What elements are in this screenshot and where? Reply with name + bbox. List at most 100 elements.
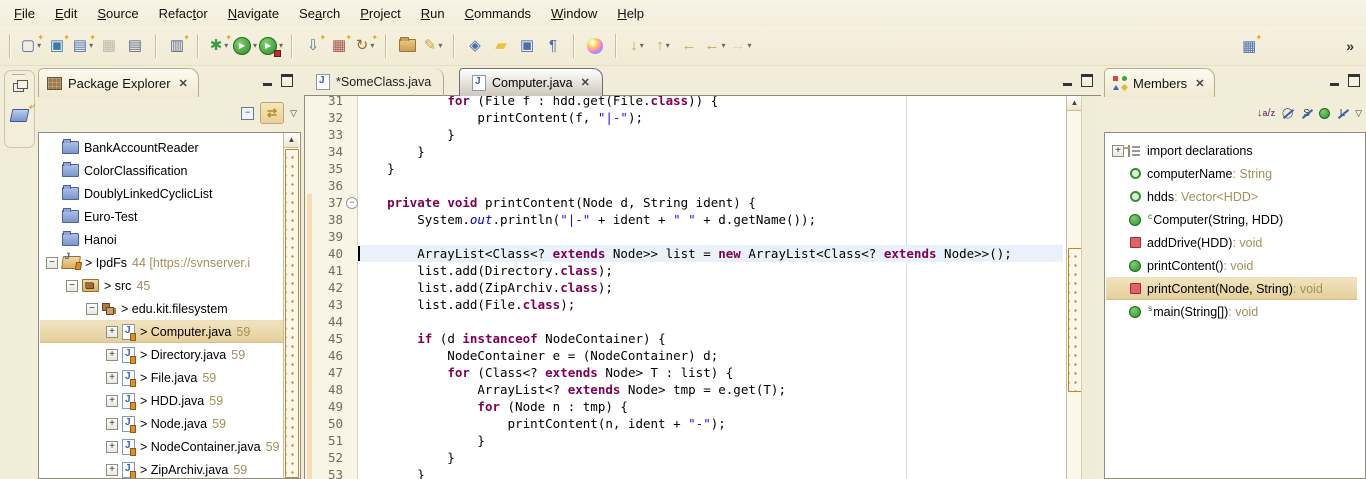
- members-tab[interactable]: Members ✕: [1104, 68, 1215, 97]
- expander-icon[interactable]: +: [106, 441, 118, 453]
- external-tools-button[interactable]: ▶▾: [259, 33, 283, 59]
- menu-edit[interactable]: Edit: [45, 3, 87, 24]
- member-item-import-declarations[interactable]: +import declarations: [1106, 139, 1357, 162]
- expander-icon[interactable]: +: [106, 349, 118, 361]
- expander-icon[interactable]: −: [66, 280, 78, 292]
- tree-item-src[interactable]: −> src45: [40, 274, 284, 297]
- new-junit-button[interactable]: ▦✦: [327, 33, 351, 59]
- menu-project[interactable]: Project: [350, 3, 410, 24]
- next-annotation-button-dropdown[interactable]: ▾: [640, 41, 644, 50]
- scrollbar-thumb[interactable]: [285, 149, 299, 478]
- prev-annotation-button-dropdown[interactable]: ▾: [666, 41, 670, 50]
- menu-search[interactable]: Search: [289, 3, 350, 24]
- back-button-dropdown[interactable]: ▾: [722, 41, 726, 50]
- maximize-button[interactable]: [281, 74, 293, 87]
- print-button[interactable]: ▤: [123, 33, 147, 59]
- last-edit-location-button[interactable]: ←: [677, 33, 701, 59]
- run-button[interactable]: ▶▾: [233, 33, 257, 59]
- expander-icon[interactable]: +: [106, 464, 118, 476]
- toolbar-overflow-chevron[interactable]: »: [1346, 38, 1354, 54]
- tree-item-doublylinkedcycliclist[interactable]: DoublyLinkedCyclicList: [40, 182, 284, 205]
- menu-navigate[interactable]: Navigate: [218, 3, 289, 24]
- generate-button[interactable]: ↻✦▾: [353, 33, 377, 59]
- show-whitespace-button[interactable]: ¶: [541, 33, 565, 59]
- minimize-button[interactable]: [263, 75, 272, 86]
- view-menu-button[interactable]: ▽: [1355, 108, 1362, 119]
- new-wizard-button[interactable]: ▢✦▾: [19, 33, 43, 59]
- tree-item-hdd-java[interactable]: +> HDD.java59: [40, 389, 284, 412]
- tab-someclass[interactable]: *SomeClass.java: [304, 68, 444, 96]
- expander-icon[interactable]: +: [106, 372, 118, 384]
- scroll-up-icon[interactable]: ▲: [284, 133, 299, 148]
- member-item-adddrive-hdd-[interactable]: addDrive(HDD) : void: [1106, 231, 1357, 254]
- tree-item-nodecontainer-java[interactable]: +> NodeContainer.java59: [40, 435, 284, 458]
- menu-window[interactable]: Window: [541, 3, 607, 24]
- show-public-button[interactable]: [1319, 108, 1330, 119]
- search-button-dropdown[interactable]: ▾: [438, 41, 442, 50]
- member-item-computer-string-hdd-[interactable]: cComputer(String, HDD): [1106, 208, 1357, 231]
- minimize-button[interactable]: [1063, 75, 1072, 86]
- back-button[interactable]: ←▾: [703, 33, 727, 59]
- new-project-button-dropdown[interactable]: ▾: [89, 41, 93, 50]
- new-wizard-button-dropdown[interactable]: ▾: [37, 41, 41, 50]
- mark-occurrences-button[interactable]: ▰: [489, 33, 513, 59]
- hide-fields-button[interactable]: ◯: [1281, 108, 1294, 119]
- run-button-dropdown[interactable]: ▾: [253, 41, 257, 50]
- menu-run[interactable]: Run: [411, 3, 455, 24]
- expander-icon[interactable]: +: [106, 395, 118, 407]
- tree-item-edu-kit-filesystem[interactable]: −> edu.kit.filesystem: [40, 297, 284, 320]
- hide-local-types-button[interactable]: L: [1336, 108, 1349, 119]
- scrollbar-thumb[interactable]: [1068, 248, 1082, 392]
- member-item-main-string-[interactable]: smain(String[]) : void: [1106, 300, 1357, 323]
- open-element-button[interactable]: ◈: [463, 33, 487, 59]
- maximize-button[interactable]: [1348, 74, 1360, 87]
- menu-commands[interactable]: Commands: [455, 3, 541, 24]
- hide-static-button[interactable]: S: [1300, 108, 1313, 119]
- expander-icon[interactable]: +: [1112, 145, 1124, 157]
- code-editor[interactable]: 31 for (File f : hdd.get(File.class)) {3…: [304, 96, 1101, 479]
- web-browser-button[interactable]: [583, 33, 607, 59]
- close-icon[interactable]: ✕: [1195, 77, 1204, 90]
- view-menu-button[interactable]: ▽: [290, 108, 297, 119]
- member-item-computername[interactable]: computerName : String: [1106, 162, 1357, 185]
- search-button[interactable]: ✎▾: [421, 33, 445, 59]
- tray-drag-handle[interactable]: [12, 74, 25, 78]
- minimize-button[interactable]: [1330, 75, 1339, 86]
- restore-view-icon[interactable]: [13, 83, 24, 92]
- tree-item-computer-java[interactable]: +> Computer.java59: [40, 320, 284, 343]
- tree-scrollbar[interactable]: ▲: [283, 133, 299, 478]
- expander-icon[interactable]: +: [106, 326, 118, 338]
- generate-button-dropdown[interactable]: ▾: [370, 41, 374, 50]
- prev-annotation-button[interactable]: ↑▾: [651, 33, 675, 59]
- package-explorer-tab[interactable]: Package Explorer ✕: [38, 68, 199, 97]
- expander-icon[interactable]: −: [86, 303, 98, 315]
- expander-icon[interactable]: +: [106, 418, 118, 430]
- build-all-button[interactable]: ▥✦: [165, 33, 189, 59]
- new-class-button[interactable]: ▣✦: [45, 33, 69, 59]
- member-item-printcontent-[interactable]: printContent() : void: [1106, 254, 1357, 277]
- debug-button-dropdown[interactable]: ▾: [224, 41, 228, 50]
- close-icon[interactable]: ✕: [179, 77, 188, 90]
- menu-refactor[interactable]: Refactor: [149, 3, 218, 24]
- expander-icon[interactable]: −: [46, 257, 58, 269]
- new-project-button[interactable]: ▤✦▾: [71, 33, 95, 59]
- overview-ruler[interactable]: [1081, 96, 1101, 479]
- close-icon[interactable]: ✕: [581, 76, 590, 89]
- open-perspective-button[interactable]: ▦ ✦: [1237, 33, 1261, 59]
- tree-item-ipdfs[interactable]: −> IpdFs44 [https://svnserver.i: [40, 251, 284, 274]
- open-view-icon[interactable]: [10, 109, 30, 122]
- forward-button-dropdown[interactable]: ▾: [748, 41, 752, 50]
- tree-item-file-java[interactable]: +> File.java59: [40, 366, 284, 389]
- link-with-editor-button[interactable]: ⇄: [260, 102, 284, 124]
- tree-item-ziparchiv-java[interactable]: +> ZipArchiv.java59: [40, 458, 284, 479]
- menu-file[interactable]: File: [4, 3, 45, 24]
- tree-item-node-java[interactable]: +> Node.java59: [40, 412, 284, 435]
- next-annotation-button[interactable]: ↓▾: [625, 33, 649, 59]
- collapse-all-button[interactable]: −: [241, 107, 254, 120]
- tree-item-euro-test[interactable]: Euro-Test: [40, 205, 284, 228]
- sort-button[interactable]: ↓a/z: [1257, 107, 1275, 119]
- tree-item-directory-java[interactable]: +> Directory.java59: [40, 343, 284, 366]
- tab-computer[interactable]: Computer.java ✕: [459, 68, 603, 96]
- open-type-button[interactable]: [395, 33, 419, 59]
- import-wizard-button[interactable]: ⇩✦: [301, 33, 325, 59]
